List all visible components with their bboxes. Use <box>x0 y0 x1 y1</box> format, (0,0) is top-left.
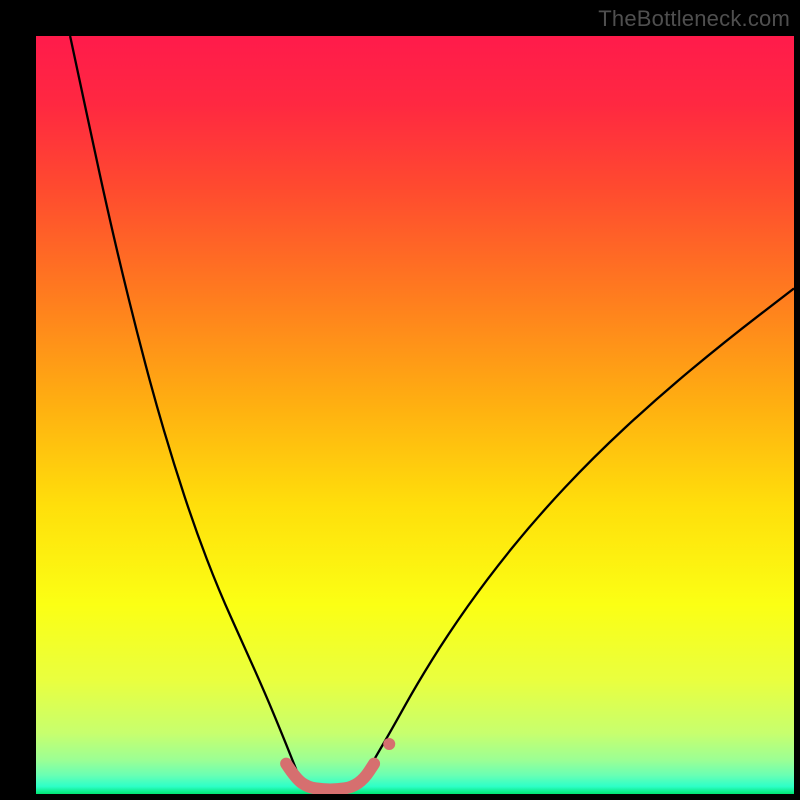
chart-frame: TheBottleneck.com <box>0 0 800 800</box>
watermark-text: TheBottleneck.com <box>598 6 790 32</box>
valley-dot <box>383 738 395 750</box>
plot-area <box>36 36 794 794</box>
chart-svg <box>36 36 794 794</box>
gradient-background <box>36 36 794 794</box>
